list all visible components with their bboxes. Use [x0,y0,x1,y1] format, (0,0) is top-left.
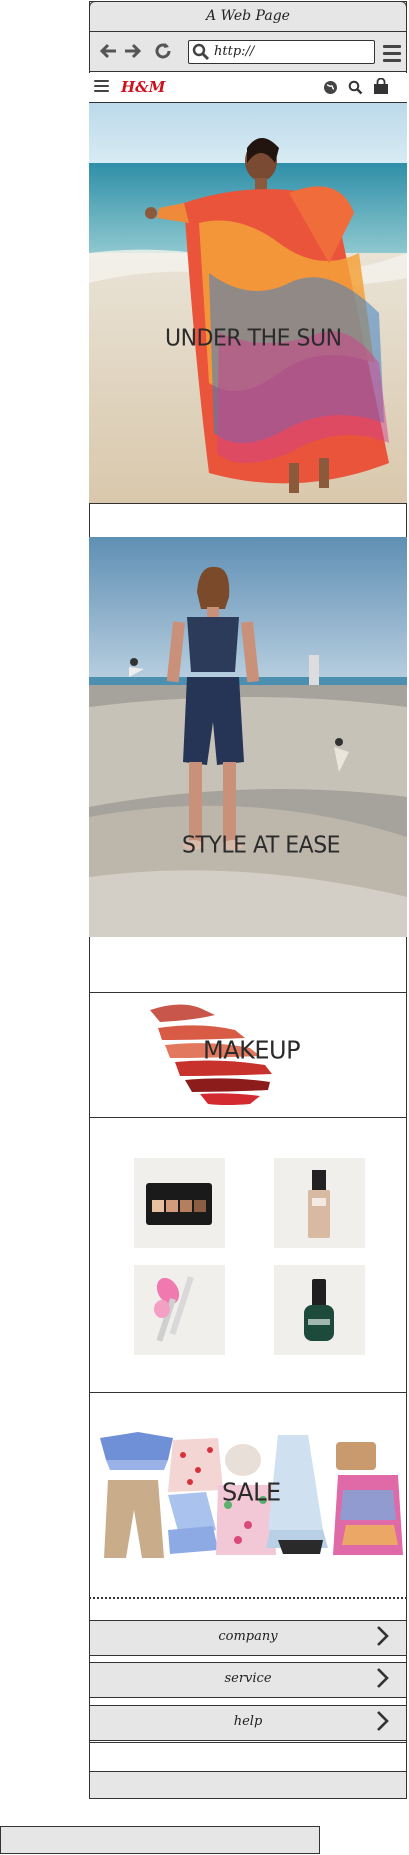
hero-banner-under-the-sun[interactable]: UNDER THE SUN [89,103,407,503]
divider [89,1117,407,1118]
hero-label-under-the-sun: UNDER THE SUN [165,325,342,352]
chevron-right-icon [376,1667,390,1695]
globe-icon[interactable] [323,80,338,95]
sale-label: SALE [222,1477,281,1507]
shopping-bag-icon[interactable] [373,77,389,95]
arrow-left-icon[interactable] [97,41,119,63]
window-title: A Web Page [89,1,407,32]
product-nail-polish[interactable] [274,1265,365,1355]
footer-item-help[interactable]: help [89,1705,407,1741]
makeup-label: MAKEUP [203,1035,301,1065]
footer-item-label: company [218,1629,278,1644]
footer-item-label: help [233,1714,263,1729]
product-makeup-brushes[interactable] [134,1265,225,1355]
brand-logo[interactable]: H&M [121,78,165,96]
product-foundation-bottle[interactable] [274,1158,365,1248]
dotted-divider [89,1597,407,1599]
divider [89,1742,407,1743]
divider [89,503,407,504]
reload-icon[interactable] [152,41,174,63]
hero-banner-style-at-ease[interactable]: STYLE AT EASE [89,537,407,937]
chevron-right-icon [376,1710,390,1738]
hero-label-style-at-ease: STYLE AT EASE [182,832,341,859]
search-icon[interactable] [348,80,363,95]
divider [89,1392,407,1393]
chevron-right-icon [376,1625,390,1653]
browser-status-bar [89,1771,407,1799]
search-icon [192,43,210,61]
footer-item-label: service [224,1671,272,1686]
footer-item-service[interactable]: service [89,1662,407,1698]
arrow-right-icon[interactable] [122,41,144,63]
footer-item-company[interactable]: company [89,1620,407,1656]
url-text: http:// [214,44,255,59]
hamburger-menu-icon[interactable] [94,80,109,95]
divider [89,992,407,993]
menu-icon[interactable] [383,45,401,66]
product-contour-palette[interactable] [134,1158,225,1248]
sale-banner[interactable]: SALE [98,1430,408,1560]
makeup-banner[interactable]: MAKEUP [140,1000,301,1110]
bottom-bar [0,1826,320,1854]
